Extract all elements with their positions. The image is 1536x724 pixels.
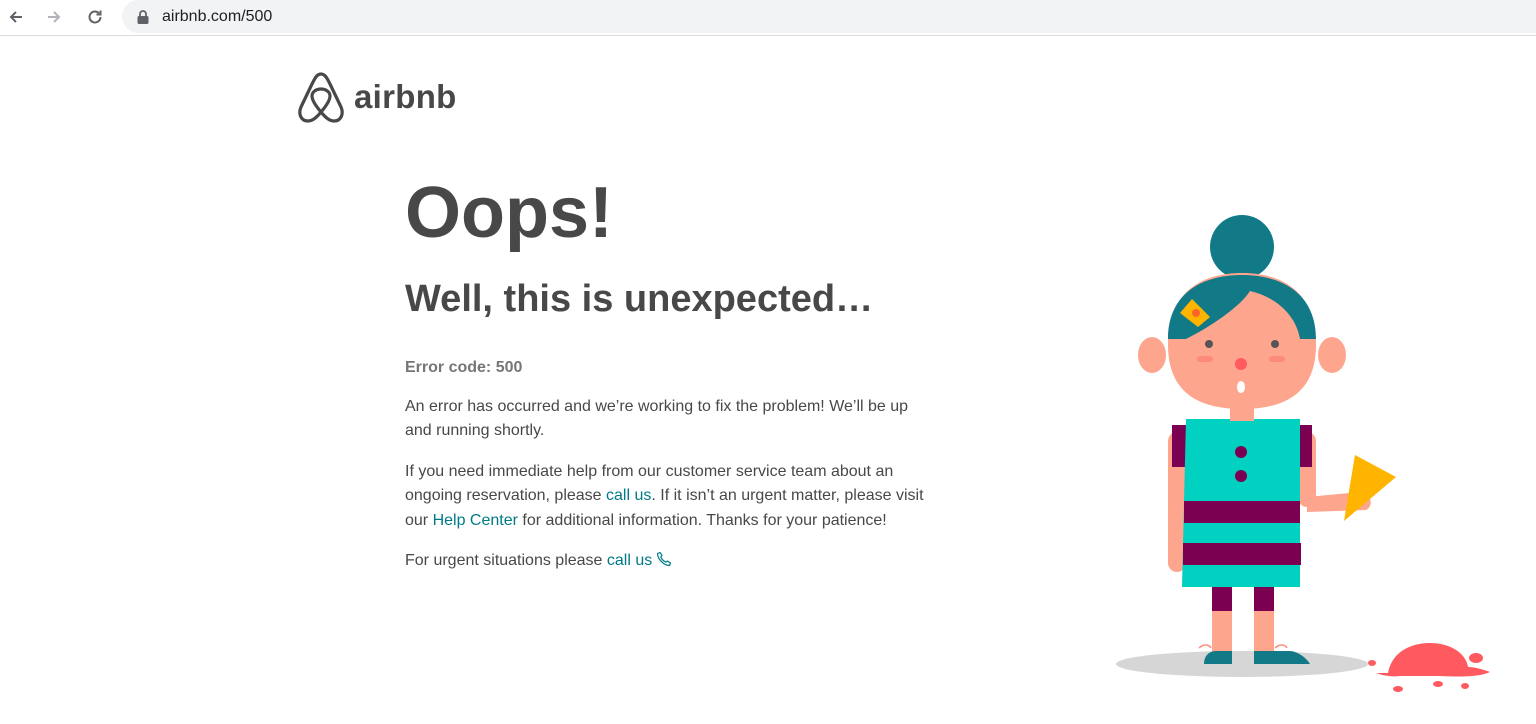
reload-icon xyxy=(88,10,102,24)
urgent-call-us-link[interactable]: call us xyxy=(607,552,652,569)
error-page: airbnb Oops! Well, this is unexpected… E… xyxy=(0,37,1536,724)
help-paragraph: If you need immediate help from our cust… xyxy=(405,460,925,534)
reload-button[interactable] xyxy=(81,4,109,30)
phone-icon xyxy=(657,552,672,567)
browser-toolbar: airbnb.com/500 xyxy=(0,0,1536,36)
arrow-left-icon xyxy=(9,11,22,23)
urgent-paragraph: For urgent situations please call us xyxy=(405,549,925,574)
page-title: Oops! xyxy=(405,173,613,253)
help-text-3: for additional information. Thanks for y… xyxy=(517,511,887,529)
error-content: Oops! Well, this is unexpected… Error co… xyxy=(405,177,925,574)
urgent-text: For urgent situations please xyxy=(405,552,607,570)
airbnb-logo[interactable]: airbnb xyxy=(296,70,457,124)
girl-with-dropped-ice-cream-illustration xyxy=(1116,215,1490,692)
airbnb-belo-icon xyxy=(298,72,344,123)
back-button[interactable] xyxy=(2,4,30,30)
error-code: Error code: 500 xyxy=(405,358,523,376)
call-us-link[interactable]: call us xyxy=(606,487,651,504)
url-text: airbnb.com/500 xyxy=(162,7,273,25)
error-message: An error has occurred and we’re working … xyxy=(405,397,909,440)
help-center-link[interactable]: Help Center xyxy=(433,512,518,529)
arrow-right-icon xyxy=(48,11,61,23)
lock-icon xyxy=(137,9,149,24)
forward-button[interactable] xyxy=(40,4,68,30)
page-subtitle: Well, this is unexpected… xyxy=(405,278,874,320)
brand-name: airbnb xyxy=(354,78,457,115)
address-bar[interactable]: airbnb.com/500 xyxy=(122,0,1536,33)
